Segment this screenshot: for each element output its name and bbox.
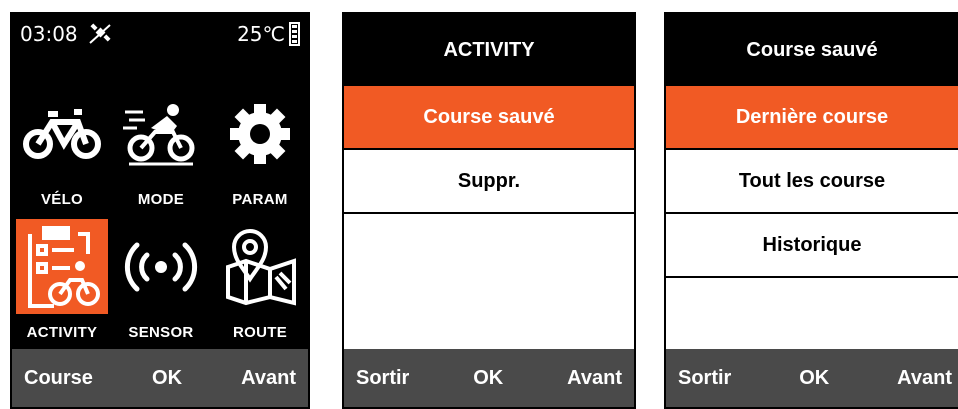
softkey-right[interactable]: Avant	[897, 367, 952, 390]
soft-key-bar: Sortir OK Avant	[666, 349, 958, 407]
temperature: 25℃	[237, 22, 285, 46]
softkey-left[interactable]: Course	[24, 367, 93, 390]
battery-icon	[289, 22, 300, 46]
menu-tile-label: ACTIVITY	[26, 324, 98, 341]
soft-key-bar: Course OK Avant	[12, 349, 308, 407]
clock: 03:08	[20, 22, 78, 46]
sensor-signal-icon	[113, 219, 209, 314]
menu-item-tout-les-course[interactable]: Tout les course	[666, 150, 958, 214]
menu-tile-route[interactable]: ROUTE	[212, 219, 308, 341]
softkey-ok[interactable]: OK	[799, 367, 829, 390]
menu-tile-label: SENSOR	[128, 324, 194, 341]
soft-key-bar: Sortir OK Avant	[344, 349, 634, 407]
gps-off-icon	[88, 23, 112, 45]
menu-item-course-sauve[interactable]: Course sauvé	[344, 86, 634, 150]
status-bar: 03:08 25℃	[12, 14, 308, 54]
map-pin-icon	[212, 219, 308, 314]
menu-item-suppr[interactable]: Suppr.	[344, 150, 634, 214]
softkey-left[interactable]: Sortir	[356, 367, 409, 390]
course-sauve-screen: Course sauvé Dernière course Tout les co…	[664, 12, 958, 409]
menu-tile-label: ROUTE	[233, 324, 287, 341]
menu-item-historique[interactable]: Historique	[666, 214, 958, 278]
softkey-ok[interactable]: OK	[152, 367, 182, 390]
menu-item-derniere-course[interactable]: Dernière course	[666, 86, 958, 150]
softkey-right[interactable]: Avant	[241, 367, 296, 390]
gear-icon	[212, 86, 308, 181]
main-menu-screen: 03:08 25℃ VÉLO MODE PARAM ACTIVITY SENSO…	[10, 12, 310, 409]
clipboard-cyclist-icon	[16, 219, 108, 314]
softkey-left[interactable]: Sortir	[678, 367, 731, 390]
softkey-right[interactable]: Avant	[567, 367, 622, 390]
menu-tile-mode[interactable]: MODE	[113, 86, 209, 208]
screen-title: ACTIVITY	[344, 14, 634, 86]
menu-tile-velo[interactable]: VÉLO	[14, 86, 110, 208]
menu-tile-label: PARAM	[232, 191, 288, 208]
menu-tile-sensor[interactable]: SENSOR	[113, 219, 209, 341]
menu-tile-activity[interactable]: ACTIVITY	[14, 219, 110, 341]
screen-title: Course sauvé	[666, 14, 958, 86]
bicycle-icon	[14, 86, 110, 181]
menu-tile-param[interactable]: PARAM	[212, 86, 308, 208]
menu-tile-label: VÉLO	[40, 191, 84, 208]
activity-screen: ACTIVITY Course sauvé Suppr. Sortir OK A…	[342, 12, 636, 409]
menu-tile-label: MODE	[137, 191, 185, 208]
softkey-ok[interactable]: OK	[473, 367, 503, 390]
cyclist-icon	[113, 86, 209, 181]
